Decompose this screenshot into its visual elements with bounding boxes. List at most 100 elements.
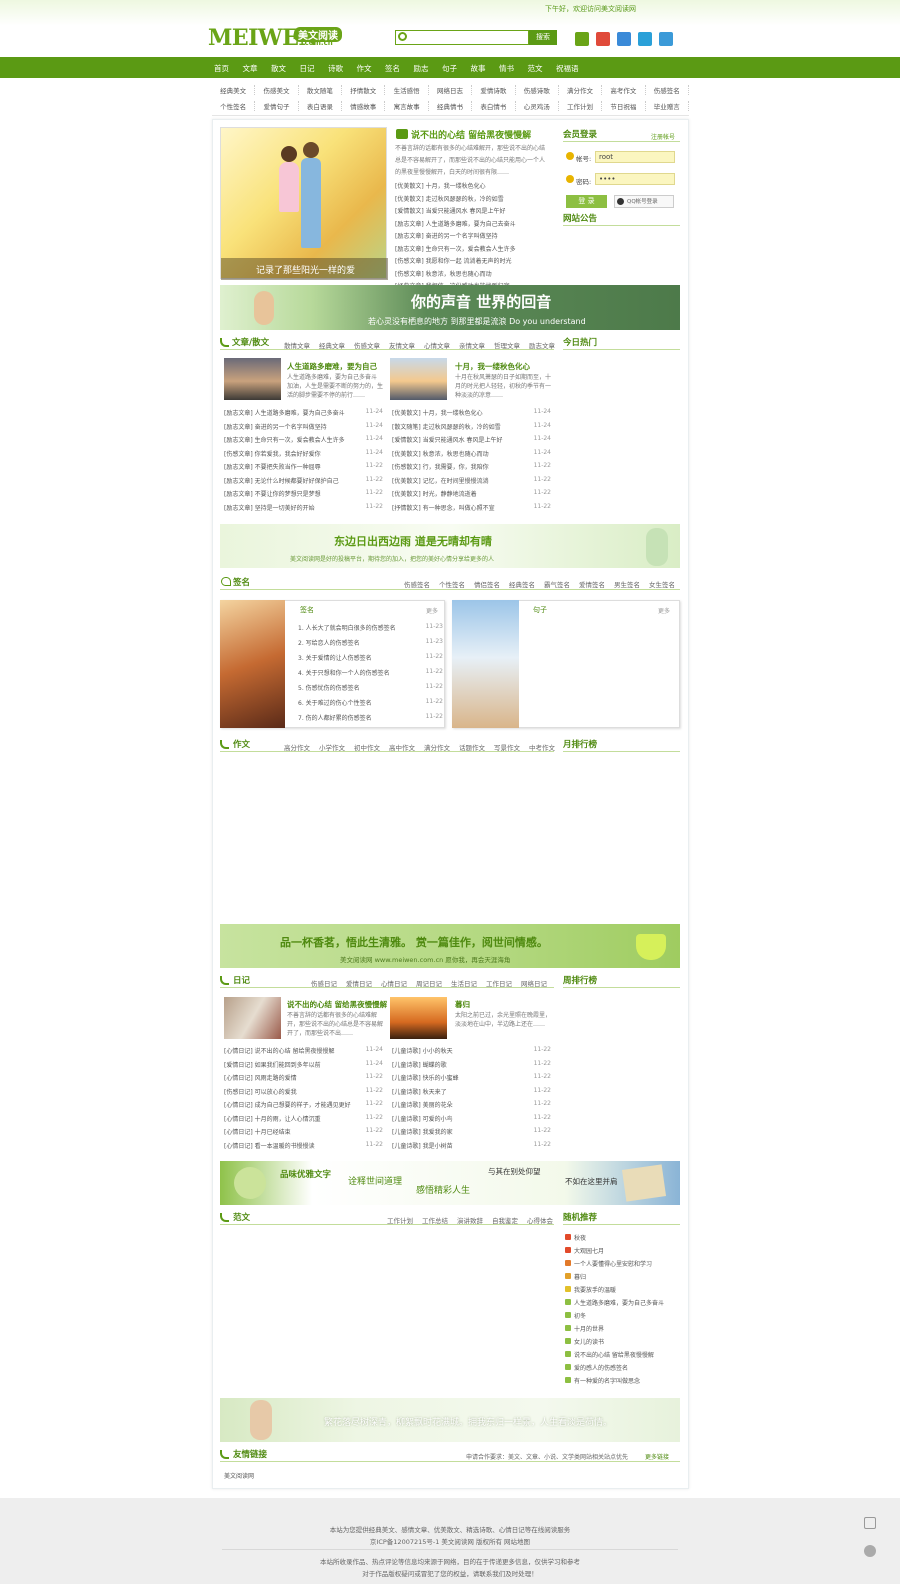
sub-nav-item[interactable]: 情感故事: [342, 101, 386, 111]
list-item[interactable]: [儿童诗歌] 蝴蝶的歌 11-22: [392, 1060, 551, 1069]
sub-nav-item[interactable]: 个性签名: [212, 101, 256, 111]
feature-link[interactable]: [爱情散文] 当爱只能通风水 春风是上午好: [395, 206, 506, 215]
list-item[interactable]: [心情日记] 十月的雨，让人心情沉重 11-22: [224, 1114, 383, 1123]
essay-tab[interactable]: 小学作文: [319, 742, 345, 752]
list-item[interactable]: [励志文章] 生命只有一次，爱会教会人生许多 11-24: [224, 435, 383, 444]
list-item[interactable]: 爱的感人的伤感签名: [565, 1363, 628, 1372]
password-field[interactable]: ••••: [595, 173, 675, 185]
sign-tab[interactable]: 经典签名: [509, 579, 535, 589]
list-item[interactable]: 人生道路多磨难，要为自己多奋斗: [565, 1298, 664, 1307]
feature-title[interactable]: 说不出的心结 留给黑夜慢慢解: [411, 128, 531, 141]
diary-top-title[interactable]: 说不出的心结 留给黑夜慢慢解: [287, 999, 387, 1010]
sign-tab[interactable]: 伤感签名: [404, 579, 430, 589]
list-item[interactable]: 有一种爱的名字叫做思念: [565, 1376, 640, 1385]
list-item[interactable]: [优美散文] 时光，静静地流逝着 11-22: [392, 489, 551, 498]
friend-link[interactable]: 美文阅读网: [224, 1471, 254, 1480]
list-item[interactable]: 说不出的心结 留给黑夜慢慢解: [565, 1350, 654, 1359]
list-item[interactable]: [励志文章] 不要让你的梦想只是梦想 11-22: [224, 489, 383, 498]
nav-item-diary[interactable]: 日记: [300, 63, 329, 74]
search-button[interactable]: 搜索: [529, 30, 557, 45]
list-item[interactable]: [儿童诗歌] 秋天来了 11-22: [392, 1087, 551, 1096]
list-item[interactable]: [儿童诗歌] 我爱我的家 11-22: [392, 1127, 551, 1136]
sub-nav-item[interactable]: 散文随笔: [299, 85, 343, 95]
list-item[interactable]: [励志文章] 人生道路多磨难，要为自己多奋斗 11-24: [224, 408, 383, 417]
list-item[interactable]: 十月的世界: [565, 1324, 604, 1333]
sign-left-more[interactable]: 更多: [426, 606, 438, 615]
feature-link[interactable]: [优美散文] 走过秋风瑟瑟的秋，冷的如雪: [395, 194, 504, 203]
article-thumb[interactable]: [224, 358, 281, 400]
diary-tab[interactable]: 周记日记: [416, 978, 442, 988]
nav-item-letters[interactable]: 情书: [499, 63, 528, 74]
article-thumb[interactable]: [390, 358, 447, 400]
sub-nav-item[interactable]: 网络日志: [429, 85, 473, 95]
list-item[interactable]: [励志文章] 不要把失败当作一种屈辱 11-22: [224, 462, 383, 471]
list-item[interactable]: [励志文章] 无论什么时候都要好好保护自己 11-22: [224, 476, 383, 485]
fanwen-tab[interactable]: 心得体会: [527, 1215, 553, 1225]
nav-item-prose[interactable]: 散文: [271, 63, 300, 74]
add-icon[interactable]: [659, 32, 673, 46]
sub-nav-item[interactable]: 节日祝福: [602, 101, 646, 111]
feature-link[interactable]: [伤感文章] 秋意浓，秋思也随心而动: [395, 269, 492, 278]
sub-nav-item[interactable]: 表白语录: [299, 101, 343, 111]
nav-item-essay[interactable]: 作文: [357, 63, 386, 74]
list-item[interactable]: [伤感文章] 你若爱我，我会好好爱你 11-24: [224, 449, 383, 458]
sub-nav-item[interactable]: 工作计划: [559, 101, 603, 111]
list-item[interactable]: [爱情散文] 当爱只能通风水 春风是上午好 11-24: [392, 435, 551, 444]
scroll-top-icon[interactable]: [864, 1517, 876, 1529]
sub-nav-item[interactable]: 经典美文: [212, 85, 256, 95]
sign-tab[interactable]: 爱情签名: [579, 579, 605, 589]
sub-nav-item[interactable]: 寓言故事: [385, 101, 429, 111]
list-item[interactable]: 6. 关于难过的伤心个性签名 11-22: [298, 698, 443, 707]
list-item[interactable]: [心情日记] 成为自己想要的样子，才能遇见更好 11-22: [224, 1100, 383, 1109]
register-link[interactable]: 注册帐号: [651, 132, 675, 141]
articles-tab[interactable]: 励志文章: [529, 340, 555, 350]
diary-tab[interactable]: 网络日记: [521, 978, 547, 988]
username-field[interactable]: root: [595, 151, 675, 163]
fanwen-tab[interactable]: 自我鉴定: [492, 1215, 518, 1225]
essay-tab[interactable]: 满分作文: [424, 742, 450, 752]
sentence-photo[interactable]: [452, 600, 519, 728]
list-item[interactable]: 一个人要懂得心里安慰和学习: [565, 1259, 652, 1268]
diary-tab[interactable]: 伤感日记: [311, 978, 337, 988]
sub-nav-item[interactable]: 毕业赠言: [646, 101, 689, 111]
essay-tab[interactable]: 中考作文: [529, 742, 555, 752]
diary-tab[interactable]: 心情日记: [381, 978, 407, 988]
list-item[interactable]: 暮归: [565, 1272, 586, 1281]
list-item[interactable]: [散文随笔] 走过秋风瑟瑟的秋，冷的如雪 11-24: [392, 422, 551, 431]
sub-nav-item[interactable]: 满分作文: [559, 85, 603, 95]
list-item[interactable]: 女儿的读书: [565, 1337, 604, 1346]
article-top-title[interactable]: 人生道路多磨难，要为自己: [287, 361, 377, 372]
articles-tab[interactable]: 亲情文章: [459, 340, 485, 350]
sign-tab[interactable]: 女生签名: [649, 579, 675, 589]
feature-link[interactable]: [励志文章] 人生道路多磨难，要为自己去奋斗: [395, 219, 516, 228]
links-apply[interactable]: 更多链接: [645, 1452, 669, 1461]
mobile-icon[interactable]: [638, 32, 652, 46]
fanwen-tab[interactable]: 工作计划: [387, 1215, 413, 1225]
list-item[interactable]: 7. 伤的人都好累的伤感签名 11-22: [298, 713, 443, 722]
diary-tab[interactable]: 工作日记: [486, 978, 512, 988]
list-item[interactable]: [励志文章] 坚持是一切美好的开始 11-22: [224, 503, 383, 512]
favorite-icon[interactable]: [617, 32, 631, 46]
list-item[interactable]: [优美散文] 十月，我一缕秋色化心 11-24: [392, 408, 551, 417]
sign-tab[interactable]: 霸气签名: [544, 579, 570, 589]
feature-link[interactable]: [伤感文章] 我愿和你一起 流淌着无声的时光: [395, 256, 512, 265]
essay-tab[interactable]: 话题作文: [459, 742, 485, 752]
diary-tab[interactable]: 爱情日记: [346, 978, 372, 988]
essay-tab[interactable]: 高中作文: [389, 742, 415, 752]
sub-nav-item[interactable]: 抒情散文: [342, 85, 386, 95]
list-item[interactable]: 3. 关于爱情的让人伤感签名 11-22: [298, 653, 443, 662]
sign-photo[interactable]: [220, 600, 285, 728]
list-item[interactable]: [儿童诗歌] 美丽的花朵 11-22: [392, 1100, 551, 1109]
search-input[interactable]: [395, 30, 529, 45]
login-button[interactable]: 登 录: [566, 195, 607, 208]
articles-tab[interactable]: 心情文章: [424, 340, 450, 350]
nav-item-wishes[interactable]: 祝福语: [556, 63, 585, 74]
sub-nav-item[interactable]: 伤感签名: [646, 85, 689, 95]
sub-nav-item[interactable]: 表白情书: [472, 101, 516, 111]
sign-tab[interactable]: 男生签名: [614, 579, 640, 589]
list-item[interactable]: [心情日记] 风雨走路的爱情 11-22: [224, 1073, 383, 1082]
list-item[interactable]: [励志文章] 奋进的另一个名字叫做坚持 11-24: [224, 422, 383, 431]
list-item[interactable]: 1. 人长大了就会明白很多的伤感签名 11-23: [298, 623, 443, 632]
diary-thumb[interactable]: [390, 997, 447, 1039]
nav-item-signature[interactable]: 签名: [385, 63, 414, 74]
